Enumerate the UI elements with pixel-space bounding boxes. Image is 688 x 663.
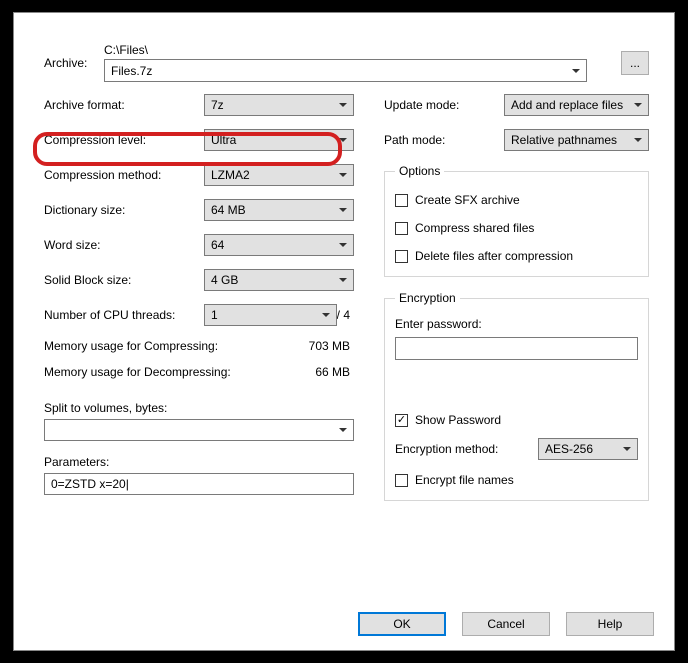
cpu-threads-select[interactable]: 1 [204,304,337,326]
update-mode-label: Update mode: [384,98,504,112]
solid-block-size-label: Solid Block size: [44,273,204,287]
chevron-down-icon [339,173,347,177]
encryption-method-label: Encryption method: [395,442,538,456]
compression-level-label: Compression level: [44,133,204,147]
archive-path: C:\Files\ [104,43,611,57]
encryption-legend: Encryption [395,291,460,305]
split-volumes-label: Split to volumes, bytes: [44,401,354,415]
path-mode-select[interactable]: Relative pathnames [504,129,649,151]
dialog-content: Archive: C:\Files\ Files.7z ... Archive … [14,13,674,600]
parameters-label: Parameters: [44,455,354,469]
dialog-window: Archive: C:\Files\ Files.7z ... Archive … [13,12,675,651]
archive-label: Archive: [44,56,104,70]
show-password-checkbox[interactable] [395,414,408,427]
left-column: Archive format: 7z Compression level: Ul… [44,94,354,515]
encrypt-names-label: Encrypt file names [415,473,514,487]
parameters-input[interactable]: 0=ZSTD x=20| [44,473,354,495]
delete-label: Delete files after compression [415,249,573,263]
ok-button[interactable]: OK [358,612,446,636]
enter-password-label: Enter password: [395,317,638,331]
mem-decompress-label: Memory usage for Decompressing: [44,365,231,383]
password-input[interactable] [395,337,638,360]
archive-filename: Files.7z [111,64,152,78]
encryption-group: Encryption Enter password: Show Password… [384,291,649,501]
right-column: Update mode: Add and replace files Path … [384,94,649,515]
chevron-down-icon [339,243,347,247]
archive-format-label: Archive format: [44,98,204,112]
split-volumes-select[interactable] [44,419,354,441]
compression-method-select[interactable]: LZMA2 [204,164,354,186]
chevron-down-icon [339,208,347,212]
chevron-down-icon [339,138,347,142]
cpu-threads-total: / 4 [337,308,354,322]
delete-checkbox[interactable] [395,250,408,263]
dictionary-size-select[interactable]: 64 MB [204,199,354,221]
shared-checkbox[interactable] [395,222,408,235]
chevron-down-icon [339,428,347,432]
shared-label: Compress shared files [415,221,534,235]
encryption-method-select[interactable]: AES-256 [538,438,638,460]
dictionary-size-label: Dictionary size: [44,203,204,217]
options-group: Options Create SFX archive Compress shar… [384,164,649,277]
chevron-down-icon [623,447,631,451]
compression-method-label: Compression method: [44,168,204,182]
cpu-threads-label: Number of CPU threads: [44,308,204,322]
browse-button[interactable]: ... [621,51,649,75]
button-bar: OK Cancel Help [358,612,654,636]
mem-decompress-value: 66 MB [315,365,354,383]
encrypt-names-checkbox[interactable] [395,474,408,487]
chevron-down-icon [322,313,330,317]
solid-block-size-select[interactable]: 4 GB [204,269,354,291]
compression-level-select[interactable]: Ultra [204,129,354,151]
archive-filename-select[interactable]: Files.7z [104,59,587,82]
chevron-down-icon [572,69,580,73]
chevron-down-icon [339,278,347,282]
mem-compress-label: Memory usage for Compressing: [44,339,218,357]
chevron-down-icon [634,138,642,142]
chevron-down-icon [339,103,347,107]
word-size-select[interactable]: 64 [204,234,354,256]
cancel-button[interactable]: Cancel [462,612,550,636]
sfx-checkbox[interactable] [395,194,408,207]
word-size-label: Word size: [44,238,204,252]
sfx-label: Create SFX archive [415,193,520,207]
archive-format-select[interactable]: 7z [204,94,354,116]
update-mode-select[interactable]: Add and replace files [504,94,649,116]
mem-compress-value: 703 MB [309,339,354,357]
options-legend: Options [395,164,444,178]
show-password-label: Show Password [415,413,501,427]
help-button[interactable]: Help [566,612,654,636]
path-mode-label: Path mode: [384,133,504,147]
chevron-down-icon [634,103,642,107]
